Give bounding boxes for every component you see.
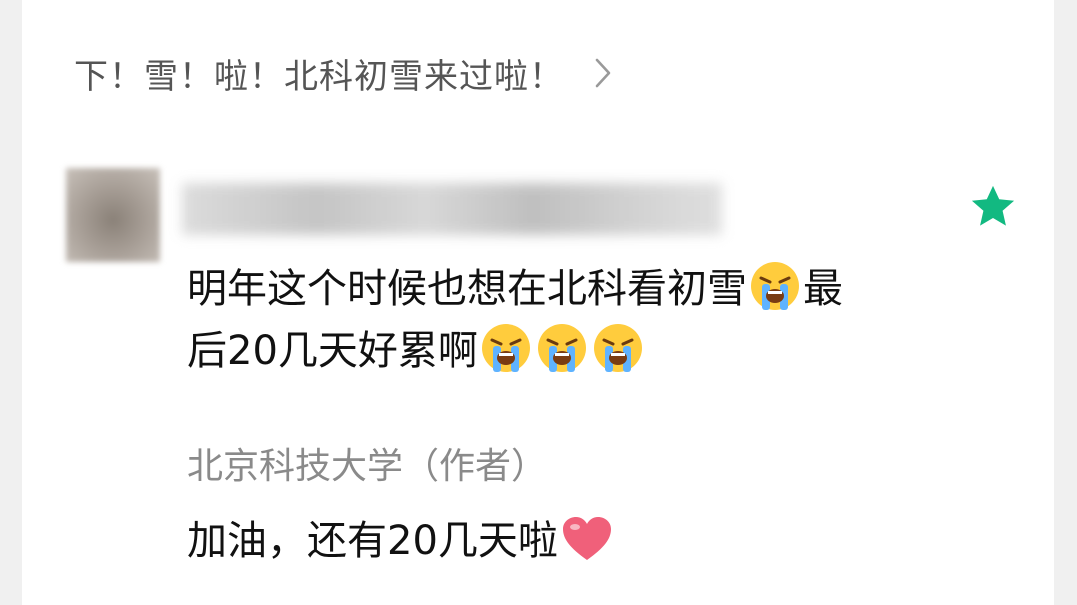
heart-icon: [562, 517, 611, 560]
username-redacted[interactable]: [182, 183, 722, 235]
reply-author[interactable]: 北京科技大学（作者）: [187, 437, 547, 489]
reply-text-content: 加油，还有20几天啦: [187, 518, 558, 564]
comment-line2: 后20几天好累啊: [187, 328, 478, 374]
comment-line1-end: 最: [803, 266, 843, 312]
loudly-crying-face-icon: [537, 324, 586, 372]
comment-card: 下！雪！啦！北科初雪来过啦！ 明年这个时候也想在北科看初雪 最 后20几天好累啊: [22, 0, 1054, 605]
article-link[interactable]: 下！雪！啦！北科初雪来过啦！: [74, 46, 612, 100]
loudly-crying-face-icon: [481, 324, 530, 372]
comment-line1: 明年这个时候也想在北科看初雪: [187, 266, 747, 312]
comment-text: 明年这个时候也想在北科看初雪 最 后20几天好累啊: [187, 258, 947, 382]
reply-text: 加油，还有20几天啦: [187, 508, 614, 566]
article-title: 下！雪！啦！北科初雪来过啦！: [74, 56, 564, 97]
loudly-crying-face-icon: [593, 324, 642, 372]
star-icon[interactable]: [970, 183, 1016, 229]
chevron-right-icon: [595, 58, 611, 88]
avatar[interactable]: [66, 168, 160, 262]
loudly-crying-face-icon: [751, 262, 799, 310]
